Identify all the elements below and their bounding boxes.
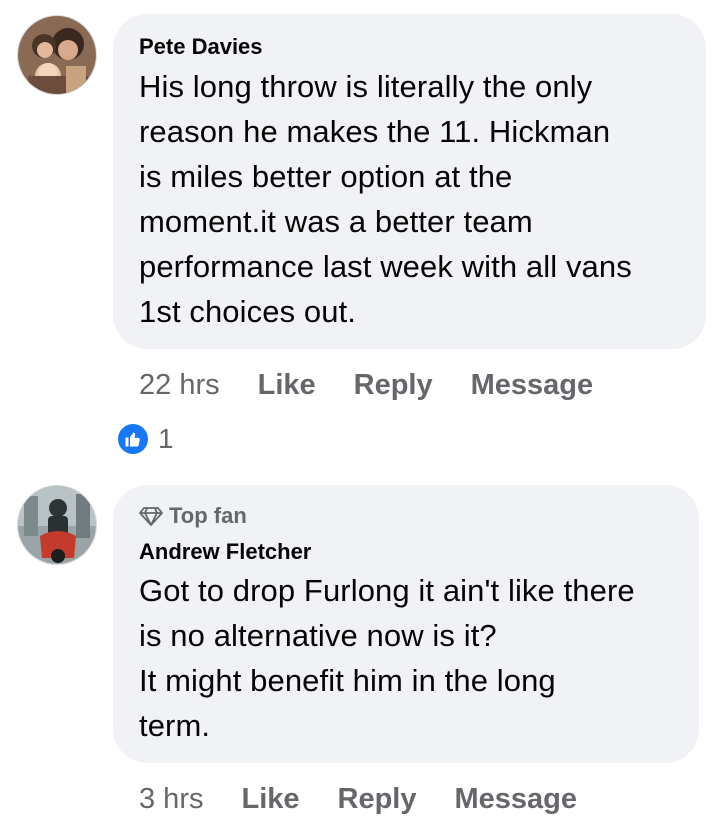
comment-text-line: It might benefit him in the long	[139, 663, 556, 698]
comment-text-line: moment.it was a better team	[139, 204, 533, 239]
comment-timestamp[interactable]: 3 hrs	[139, 783, 203, 816]
comment-timestamp[interactable]: 22 hrs	[139, 369, 220, 402]
reaction-summary[interactable]: 1	[118, 423, 174, 455]
avatar-photo-icon	[18, 16, 96, 94]
comment-text-line: is miles better option at the	[139, 159, 513, 194]
comments-thread: Pete Davies His long throw is literally …	[0, 0, 720, 824]
top-fan-badge: Top fan	[139, 503, 247, 529]
comment-text-line: Got to drop Furlong it ain't like there	[139, 573, 635, 608]
comment-text-line: performance last week with all vans	[139, 249, 632, 284]
comment-text-line: is no alternative now is it?	[139, 618, 497, 653]
comment-author[interactable]: Pete Davies	[139, 34, 263, 60]
like-button[interactable]: Like	[258, 369, 316, 402]
comment-text-line: His long throw is literally the only	[139, 69, 593, 104]
avatar-photo-icon	[18, 486, 96, 564]
comment-author[interactable]: Andrew Fletcher	[139, 539, 311, 565]
badge-label: Top fan	[169, 503, 247, 528]
reply-button[interactable]: Reply	[338, 783, 417, 816]
message-button[interactable]: Message	[455, 783, 578, 816]
comment-actions: 22 hrs Like Reply Message	[139, 369, 593, 402]
avatar[interactable]	[17, 15, 97, 95]
like-icon	[118, 424, 148, 454]
message-button[interactable]: Message	[471, 369, 594, 402]
reply-button[interactable]: Reply	[354, 369, 433, 402]
avatar[interactable]	[17, 485, 97, 565]
diamond-icon	[139, 507, 163, 526]
like-button[interactable]: Like	[241, 783, 299, 816]
comment-bubble: Top fan Andrew Fletcher Got to drop Furl…	[113, 485, 699, 763]
comment-text-line: 1st choices out.	[139, 294, 356, 329]
reaction-count: 1	[158, 423, 174, 454]
comment-text-line: reason he makes the 11. Hickman	[139, 114, 611, 149]
comment-bubble: Pete Davies His long throw is literally …	[113, 14, 706, 349]
comment-actions: 3 hrs Like Reply Message	[139, 783, 577, 816]
comment-text-line: term.	[139, 708, 211, 743]
